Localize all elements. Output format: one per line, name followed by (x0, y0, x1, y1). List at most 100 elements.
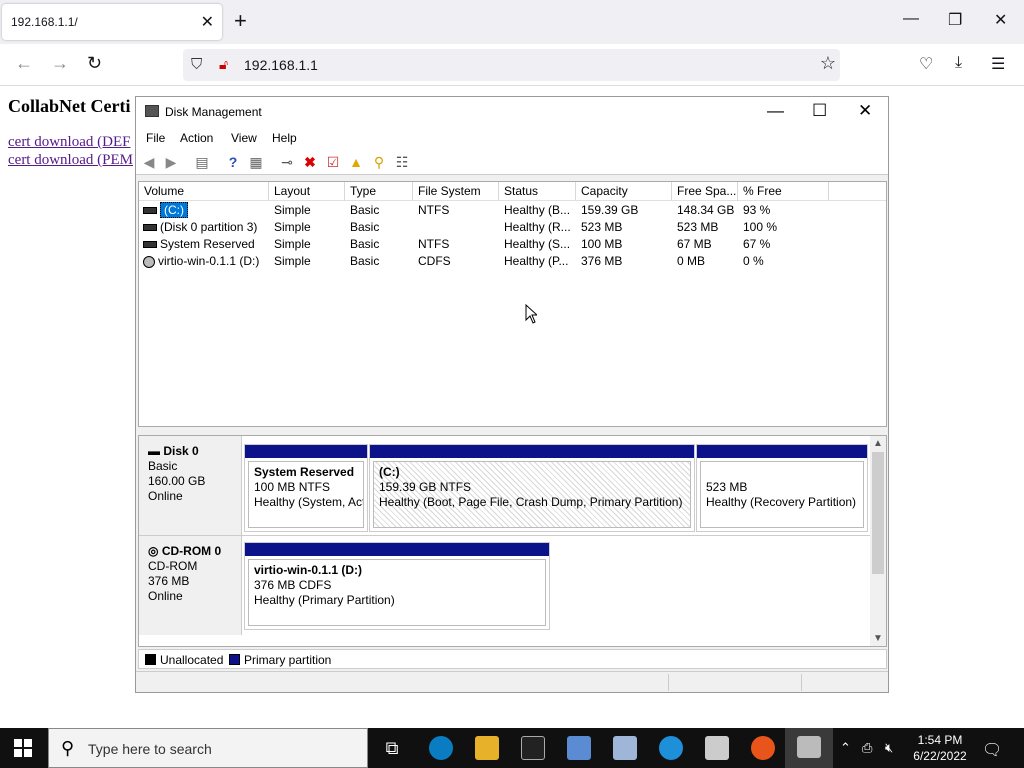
network-tray-icon[interactable]: ⎙ (862, 740, 872, 756)
scroll-up-icon[interactable]: ▲ (873, 438, 883, 449)
help-icon[interactable]: ? (224, 153, 242, 171)
cd-drive-icon (143, 255, 155, 268)
folder-up-icon[interactable]: ▲ (347, 153, 365, 171)
browser-tab[interactable]: 192.168.1.1/ ✕ (2, 4, 222, 40)
volume-muted-icon[interactable]: 🔇︎ (885, 740, 893, 756)
capacity-cell: 159.39 GB (581, 203, 639, 217)
browser-close-icon[interactable]: ✕ (994, 10, 1007, 30)
properties-icon[interactable]: ▦ (247, 153, 265, 171)
fs-cell: NTFS (418, 203, 450, 217)
menu-view[interactable]: View (231, 131, 257, 145)
volume-list[interactable]: Volume Layout Type File System Status Ca… (138, 181, 887, 427)
windows-start-icon[interactable] (14, 739, 32, 757)
url-bar[interactable]: ⛉ 🔓︎ 192.168.1.1 ☆ (183, 49, 840, 81)
check-icon[interactable]: ☑ (324, 153, 342, 171)
col-capacity[interactable]: Capacity (576, 182, 672, 201)
legend: Unallocated Primary partition (138, 649, 887, 669)
disk-0-label[interactable]: ▬ Disk 0 Basic 160.00 GB Online (139, 436, 242, 535)
table-row[interactable]: (Disk 0 partition 3) Simple Basic Health… (139, 219, 886, 236)
internet-explorer-icon[interactable] (659, 736, 683, 760)
col-type[interactable]: Type (345, 182, 413, 201)
reload-icon[interactable]: ↻ (87, 53, 102, 74)
scrollbar-thumb[interactable] (872, 452, 884, 574)
scroll-down-icon[interactable]: ▼ (873, 633, 883, 644)
col-layout[interactable]: Layout (269, 182, 345, 201)
task-view-icon[interactable]: ⧉ (380, 736, 404, 760)
browser-restore-icon[interactable]: ❐ (948, 10, 962, 30)
maximize-icon[interactable]: ☐ (812, 101, 827, 121)
show-hide-console-tree-icon[interactable]: ▤ (193, 153, 211, 171)
table-row[interactable]: (C:) Simple Basic NTFS Healthy (B... 159… (139, 202, 886, 219)
partition-system-reserved[interactable]: System Reserved 100 MB NTFS Healthy (Sys… (244, 444, 368, 532)
disk-management-app-icon (145, 105, 159, 117)
forward-arrow-icon[interactable]: ▶ (162, 153, 180, 171)
cert-download-der-link[interactable]: cert download (DEF (8, 134, 130, 151)
tab-title: 192.168.1.1/ (11, 15, 78, 29)
file-explorer-icon[interactable] (475, 736, 499, 760)
status-cell: Healthy (S... (504, 237, 571, 251)
edge-icon[interactable] (429, 736, 453, 760)
col-volume[interactable]: Volume (139, 182, 269, 201)
cert-download-pem-link[interactable]: cert download (PEM (8, 152, 133, 169)
fs-cell: NTFS (418, 237, 450, 251)
notification-icon[interactable]: 🗨︎ (982, 740, 1002, 760)
remote-desktop-icon[interactable] (705, 736, 729, 760)
insecure-lock-icon[interactable]: 🔓︎ (219, 56, 228, 73)
partition-c[interactable]: (C:) 159.39 GB NTFS Healthy (Boot, Page … (369, 444, 695, 532)
menu-action[interactable]: Action (180, 131, 213, 145)
command-prompt-icon[interactable] (521, 736, 545, 760)
menu-icon[interactable]: ☰ (991, 54, 1005, 74)
new-tab-icon[interactable]: + (234, 9, 247, 33)
col-file-system[interactable]: File System (413, 182, 499, 201)
back-icon[interactable]: ← (15, 53, 33, 74)
menu-bar: File Action View Help (136, 127, 888, 149)
minimize-icon[interactable]: — (767, 101, 784, 121)
search-folder-icon[interactable]: ⚲ (370, 153, 388, 171)
window-titlebar[interactable]: Disk Management — ☐ ✕ (136, 97, 888, 127)
clock[interactable]: 1:54 PM 6/22/2022 (910, 732, 970, 764)
taskbar-search-box[interactable]: ⚲ Type here to search (48, 728, 368, 768)
shield-icon[interactable]: ⛉ (191, 56, 202, 73)
table-row[interactable]: System Reserved Simple Basic NTFS Health… (139, 236, 886, 253)
disk-graphical-view[interactable]: ▬ Disk 0 Basic 160.00 GB Online System R… (138, 435, 887, 647)
menu-help[interactable]: Help (272, 131, 297, 145)
browser-minimize-icon[interactable]: — (903, 10, 919, 28)
type-cell: Basic (350, 220, 380, 234)
partition-title: (C:) (379, 465, 400, 479)
cd-drive-icon: ◎ (148, 544, 159, 558)
disk-state: Online (148, 589, 183, 603)
tray-chevron-icon[interactable]: ⌃ (840, 740, 851, 756)
status-cell: Healthy (P... (504, 254, 569, 268)
connect-icon[interactable]: ⊸ (278, 153, 296, 171)
close-icon[interactable]: ✕ (858, 101, 872, 121)
bookmark-star-icon[interactable]: ☆ (820, 53, 836, 74)
partition-recovery[interactable]: 523 MB Healthy (Recovery Partition) (696, 444, 868, 532)
disk-view-scrollbar[interactable]: ▲ ▼ (870, 436, 886, 646)
tab-close-icon[interactable]: ✕ (201, 12, 214, 32)
firefox-icon[interactable] (751, 736, 775, 760)
table-row[interactable]: virtio-win-0.1.1 (D:) Simple Basic CDFS … (139, 253, 886, 270)
back-arrow-icon[interactable]: ◀ (140, 153, 158, 171)
network-icon[interactable] (613, 736, 637, 760)
forward-icon[interactable]: → (51, 53, 69, 74)
col-status[interactable]: Status (499, 182, 576, 201)
volume-list-header: Volume Layout Type File System Status Ca… (139, 182, 886, 201)
disk-management-taskbar-button[interactable] (785, 728, 833, 768)
col-free-space[interactable]: Free Spa... (672, 182, 738, 201)
delete-icon[interactable]: ✖ (301, 153, 319, 171)
window-title: Disk Management (165, 105, 262, 119)
pocket-icon[interactable]: ♡ (919, 54, 933, 74)
primary-partition-bar (245, 445, 367, 458)
col-percent-free[interactable]: % Free (738, 182, 829, 201)
partition-cdrom-d[interactable]: virtio-win-0.1.1 (D:) 376 MB CDFS Health… (244, 542, 550, 630)
menu-file[interactable]: File (146, 131, 165, 145)
layout-cell: Simple (274, 237, 311, 251)
unallocated-swatch (145, 654, 156, 665)
cdrom-0-label[interactable]: ◎ CD-ROM 0 CD-ROM 376 MB Online (139, 536, 242, 635)
percent-free-cell: 67 % (743, 237, 771, 251)
hdd-icon: ▬ (148, 444, 160, 458)
settings-list-icon[interactable]: ☷ (393, 153, 411, 171)
status-cell: Healthy (B... (504, 203, 571, 217)
downloads-icon[interactable]: ⤓ (955, 54, 962, 72)
server-manager-icon[interactable] (567, 736, 591, 760)
